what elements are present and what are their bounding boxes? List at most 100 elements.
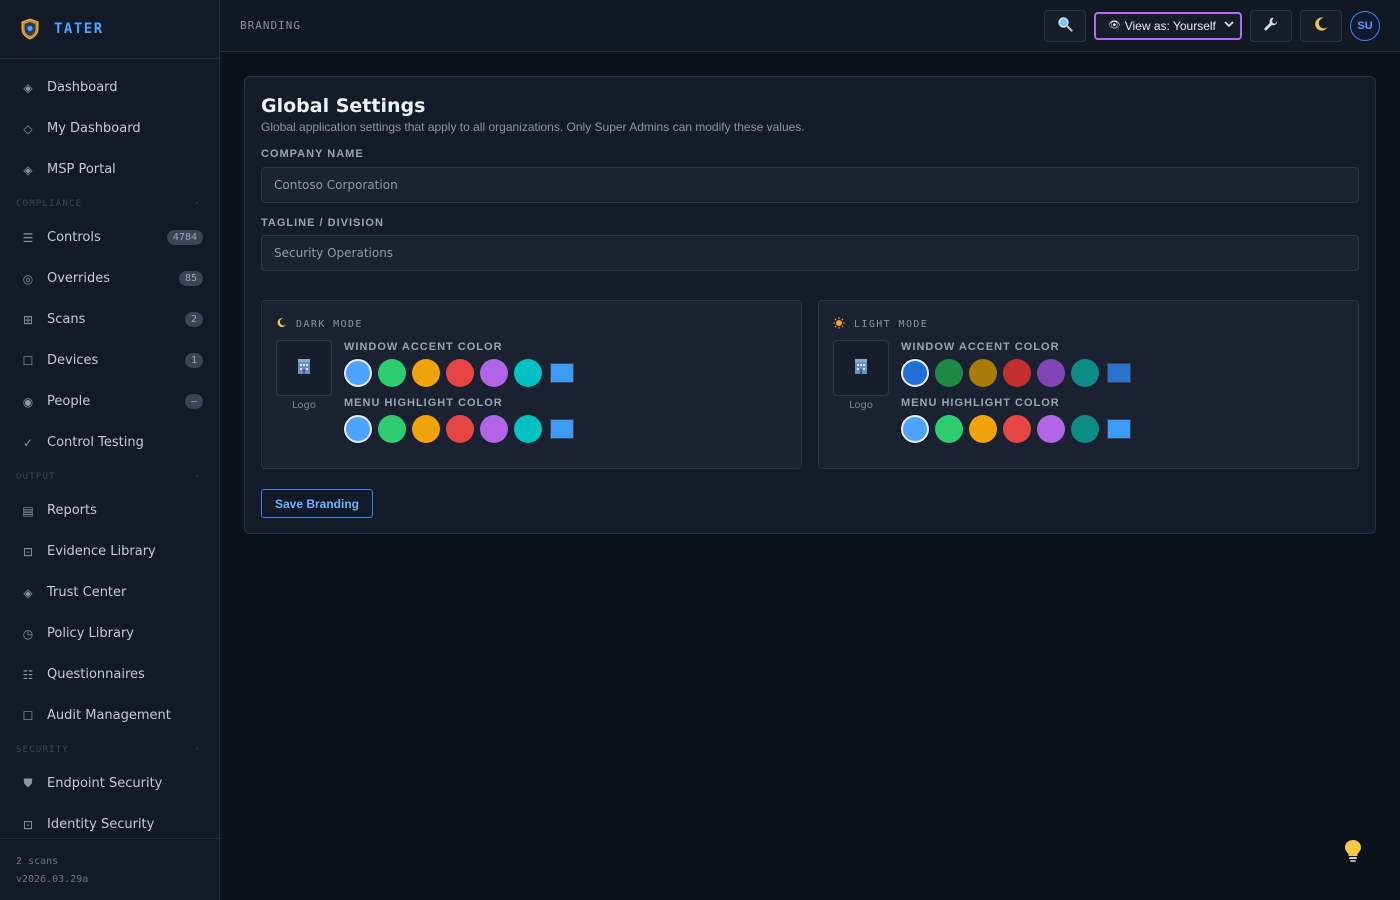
logo-caption: Logo	[292, 400, 316, 411]
color-swatch[interactable]	[412, 415, 440, 443]
color-swatch[interactable]	[969, 415, 997, 443]
color-swatch[interactable]	[1037, 359, 1065, 387]
menu-highlight-swatches	[901, 415, 1131, 443]
color-swatch[interactable]	[969, 359, 997, 387]
sidebar-item-evidence-library[interactable]: ⊡ Evidence Library	[0, 531, 219, 572]
color-swatch[interactable]	[344, 359, 372, 387]
logo-upload[interactable]	[276, 340, 332, 396]
color-swatch[interactable]	[344, 415, 372, 443]
global-settings-card: Global Settings Global application setti…	[244, 76, 1376, 534]
sidebar-item-label: My Dashboard	[47, 121, 141, 136]
breadcrumb: BRANDING	[240, 19, 301, 32]
theme-toggle-button[interactable]	[1300, 9, 1342, 42]
sidebar-item-reports[interactable]: ▤ Reports	[0, 490, 219, 531]
collapse-dot-icon: ·	[194, 471, 201, 482]
color-swatch[interactable]	[1071, 359, 1099, 387]
save-branding-button[interactable]: Save Branding	[261, 489, 373, 518]
sidebar-item-label: Endpoint Security	[47, 776, 163, 791]
list-icon: ☰	[22, 230, 34, 245]
app-name: TATER	[54, 21, 104, 37]
color-swatch[interactable]	[412, 359, 440, 387]
color-swatch[interactable]	[514, 415, 542, 443]
avatar[interactable]: SU	[1350, 10, 1380, 41]
menu-highlight-label: MENU HIGHLIGHT COLOR	[901, 397, 1060, 409]
color-swatch[interactable]	[480, 359, 508, 387]
color-swatch[interactable]	[480, 415, 508, 443]
chevron-down-icon	[1224, 20, 1234, 31]
sidebar-item-endpoint-security[interactable]: ⛊ Endpoint Security	[0, 763, 219, 804]
sidebar-item-audit-management[interactable]: ☐ Audit Management	[0, 695, 219, 736]
mode-label: LIGHT MODE	[854, 319, 929, 330]
sidebar-item-overrides[interactable]: ◎ Overrides 85	[0, 258, 219, 299]
sidebar-item-people[interactable]: ◉ People —	[0, 381, 219, 422]
nav-section-label: OUTPUT	[16, 471, 56, 482]
color-swatch[interactable]	[935, 359, 963, 387]
scan-count: 2 scans	[16, 856, 59, 867]
sidebar-item-label: Control Testing	[47, 435, 144, 450]
sidebar-item-policy-library[interactable]: ◷ Policy Library	[0, 613, 219, 654]
sidebar-item-dashboard[interactable]: ◈ Dashboard	[0, 67, 219, 108]
nav-section-label: COMPLIANCE	[16, 198, 83, 209]
lightbulb-icon	[1343, 839, 1363, 867]
color-swatch[interactable]	[1003, 359, 1031, 387]
color-swatch[interactable]	[446, 415, 474, 443]
diamond-icon: ◈	[23, 585, 33, 600]
square-icon: ☐	[22, 353, 34, 368]
custom-color-picker[interactable]	[550, 363, 574, 383]
search-button[interactable]	[1044, 9, 1086, 42]
color-swatch[interactable]	[1071, 415, 1099, 443]
sidebar-item-devices[interactable]: ☐ Devices 1	[0, 340, 219, 381]
window-accent-swatches	[901, 359, 1131, 387]
tagline-input[interactable]	[261, 235, 1359, 271]
sidebar-item-questionnaires[interactable]: ☷ Questionnaires	[0, 654, 219, 695]
topbar: BRANDING 👁 View as: Yourself SU	[220, 0, 1400, 52]
page-title: Global Settings	[261, 95, 426, 117]
sidebar-item-label: Dashboard	[47, 80, 118, 95]
window-accent-label: WINDOW ACCENT COLOR	[901, 341, 1060, 353]
color-swatch[interactable]	[1037, 415, 1065, 443]
sidebar-item-msp-portal[interactable]: ◈ MSP Portal	[0, 149, 219, 190]
color-swatch[interactable]	[378, 415, 406, 443]
diamond-icon: ◈	[23, 162, 33, 177]
grid-icon: ⊞	[22, 312, 34, 327]
sidebar-item-label: Evidence Library	[47, 544, 156, 559]
color-swatch[interactable]	[935, 415, 963, 443]
sidebar-item-control-testing[interactable]: ✓ Control Testing	[0, 422, 219, 463]
tools-button[interactable]	[1250, 9, 1292, 42]
custom-color-picker[interactable]	[550, 419, 574, 439]
color-swatch[interactable]	[901, 359, 929, 387]
nav-section-header[interactable]: SECURITY ·	[0, 736, 219, 763]
diamond-icon: ◈	[23, 80, 33, 95]
sidebar-item-controls[interactable]: ☰ Controls 4784	[0, 217, 219, 258]
brand[interactable]: TATER	[0, 0, 219, 59]
color-swatch[interactable]	[514, 359, 542, 387]
sidebar-item-scans[interactable]: ⊞ Scans 2	[0, 299, 219, 340]
building-icon	[296, 357, 312, 379]
sidebar-item-trust-center[interactable]: ◈ Trust Center	[0, 572, 219, 613]
logo-caption: Logo	[849, 400, 873, 411]
sidebar-item-label: MSP Portal	[47, 162, 116, 177]
tips-button[interactable]	[1339, 838, 1367, 868]
logo-upload[interactable]	[833, 340, 889, 396]
nav-section-header[interactable]: OUTPUT ·	[0, 463, 219, 490]
checklist-icon: ☷	[22, 667, 34, 682]
company-name-label: COMPANY NAME	[261, 148, 364, 160]
sidebar-item-label: Questionnaires	[47, 667, 145, 682]
custom-color-picker[interactable]	[1107, 363, 1131, 383]
color-swatch[interactable]	[378, 359, 406, 387]
view-as-select[interactable]: 👁 View as: Yourself	[1094, 11, 1242, 40]
nav-section-header[interactable]: COMPLIANCE ·	[0, 190, 219, 217]
eye-icon: 👁	[1108, 20, 1121, 31]
count-badge: 4784	[166, 230, 203, 245]
sidebar-item-label: Controls	[47, 230, 101, 245]
company-name-input[interactable]	[261, 167, 1359, 203]
color-swatch[interactable]	[901, 415, 929, 443]
tagline-label: TAGLINE / DIVISION	[261, 217, 384, 229]
custom-color-picker[interactable]	[1107, 419, 1131, 439]
color-swatch[interactable]	[446, 359, 474, 387]
tater-logo-icon	[20, 18, 40, 40]
report-icon: ▤	[22, 503, 34, 518]
sidebar-item-my-dashboard[interactable]: ◇ My Dashboard	[0, 108, 219, 149]
color-swatch[interactable]	[1003, 415, 1031, 443]
sidebar-item-label: Overrides	[47, 271, 111, 286]
